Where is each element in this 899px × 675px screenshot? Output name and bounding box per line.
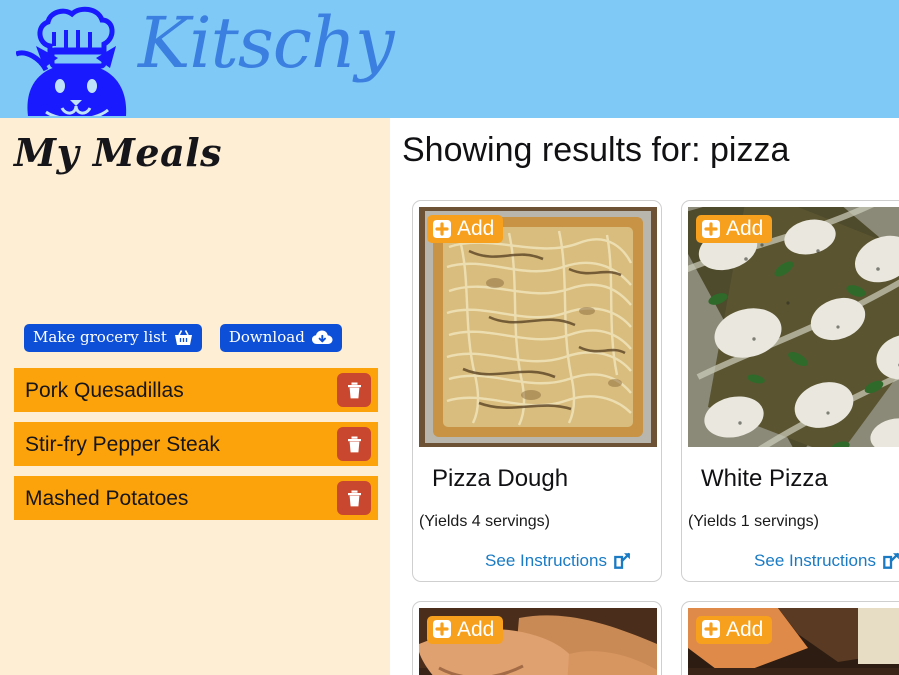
recipe-card[interactable]: Add See Instructions bbox=[681, 600, 899, 675]
external-link-icon bbox=[883, 552, 899, 570]
recipe-title: Pizza Dough bbox=[432, 465, 569, 492]
recipe-thumbnail: Add bbox=[419, 607, 657, 675]
recipe-card[interactable]: Add Pizza Dough (Yields 4 servings) See … bbox=[412, 200, 662, 582]
recipe-yield: (Yields 4 servings) bbox=[419, 513, 551, 531]
sidebar-actions: Make grocery list Download bbox=[24, 324, 342, 353]
make-grocery-list-button[interactable]: Make grocery list bbox=[24, 324, 202, 353]
recipe-thumbnail: Add bbox=[419, 207, 657, 447]
meal-list-item[interactable]: Mashed Potatoes bbox=[14, 476, 378, 520]
recipe-thumbnail: Add bbox=[688, 207, 899, 447]
plus-square-icon bbox=[702, 219, 720, 238]
recipe-link-row: See Instructions bbox=[419, 551, 655, 571]
add-label: Add bbox=[457, 617, 495, 641]
meal-list-item[interactable]: Stir-fry Pepper Steak bbox=[14, 422, 378, 466]
plus-square-icon bbox=[702, 620, 720, 639]
add-label: Add bbox=[726, 617, 764, 641]
cloud-download-icon bbox=[311, 330, 333, 346]
see-instructions-label: See Instructions bbox=[485, 550, 607, 570]
download-label: Download bbox=[228, 328, 305, 346]
see-instructions-link[interactable]: See Instructions bbox=[754, 551, 899, 571]
plus-square-icon bbox=[433, 620, 451, 639]
delete-meal-button[interactable] bbox=[337, 373, 371, 407]
meal-name: Mashed Potatoes bbox=[25, 486, 189, 510]
brand-name: Kitschy bbox=[138, 2, 395, 84]
recipe-card[interactable]: Add See Instructions bbox=[412, 600, 662, 675]
recipe-card-grid: Add Pizza Dough (Yields 4 servings) See … bbox=[412, 200, 899, 675]
trash-icon bbox=[347, 436, 362, 453]
meal-name: Stir-fry Pepper Steak bbox=[25, 432, 220, 456]
delete-meal-button[interactable] bbox=[337, 427, 371, 461]
trash-icon bbox=[347, 382, 362, 399]
recipe-card[interactable]: Add White Pizza (Yields 1 servings) See … bbox=[681, 200, 899, 582]
add-to-meals-button[interactable]: Add bbox=[427, 615, 504, 644]
site-header: Kitschy bbox=[0, 0, 899, 118]
external-link-icon bbox=[614, 552, 631, 570]
plus-square-icon bbox=[433, 219, 451, 238]
recipe-yield: (Yields 1 servings) bbox=[688, 513, 820, 531]
shopping-basket-icon bbox=[174, 329, 193, 346]
recipe-thumbnail: Add bbox=[688, 607, 899, 675]
see-instructions-label: See Instructions bbox=[754, 550, 876, 570]
results-heading: Showing results for: pizza bbox=[402, 131, 790, 169]
see-instructions-link[interactable]: See Instructions bbox=[485, 551, 631, 571]
recipe-title: White Pizza bbox=[701, 465, 828, 492]
meal-name: Pork Quesadillas bbox=[25, 378, 184, 402]
add-label: Add bbox=[726, 217, 764, 240]
trash-icon bbox=[347, 490, 362, 507]
meal-list-item[interactable]: Pork Quesadillas bbox=[14, 368, 378, 412]
chef-cat-logo-icon bbox=[15, 2, 136, 118]
meal-list: Pork Quesadillas Stir-fry Pepper Steak M… bbox=[14, 368, 378, 530]
add-to-meals-button[interactable]: Add bbox=[696, 615, 773, 644]
make-grocery-list-label: Make grocery list bbox=[33, 328, 167, 346]
add-label: Add bbox=[457, 217, 495, 240]
delete-meal-button[interactable] bbox=[337, 481, 371, 515]
add-to-meals-button[interactable]: Add bbox=[696, 215, 773, 243]
recipe-image-white-pizza bbox=[688, 207, 899, 447]
sidebar-title: My Meals bbox=[14, 130, 223, 175]
recipe-link-row: See Instructions bbox=[688, 551, 899, 571]
my-meals-sidebar: My Meals Make grocery list Download Pork… bbox=[0, 118, 390, 675]
recipe-image-pizza-dough bbox=[419, 207, 657, 447]
download-button[interactable]: Download bbox=[219, 324, 342, 353]
search-results-panel: Showing results for: pizza Add Pizza Dou… bbox=[390, 118, 899, 675]
add-to-meals-button[interactable]: Add bbox=[427, 215, 504, 243]
